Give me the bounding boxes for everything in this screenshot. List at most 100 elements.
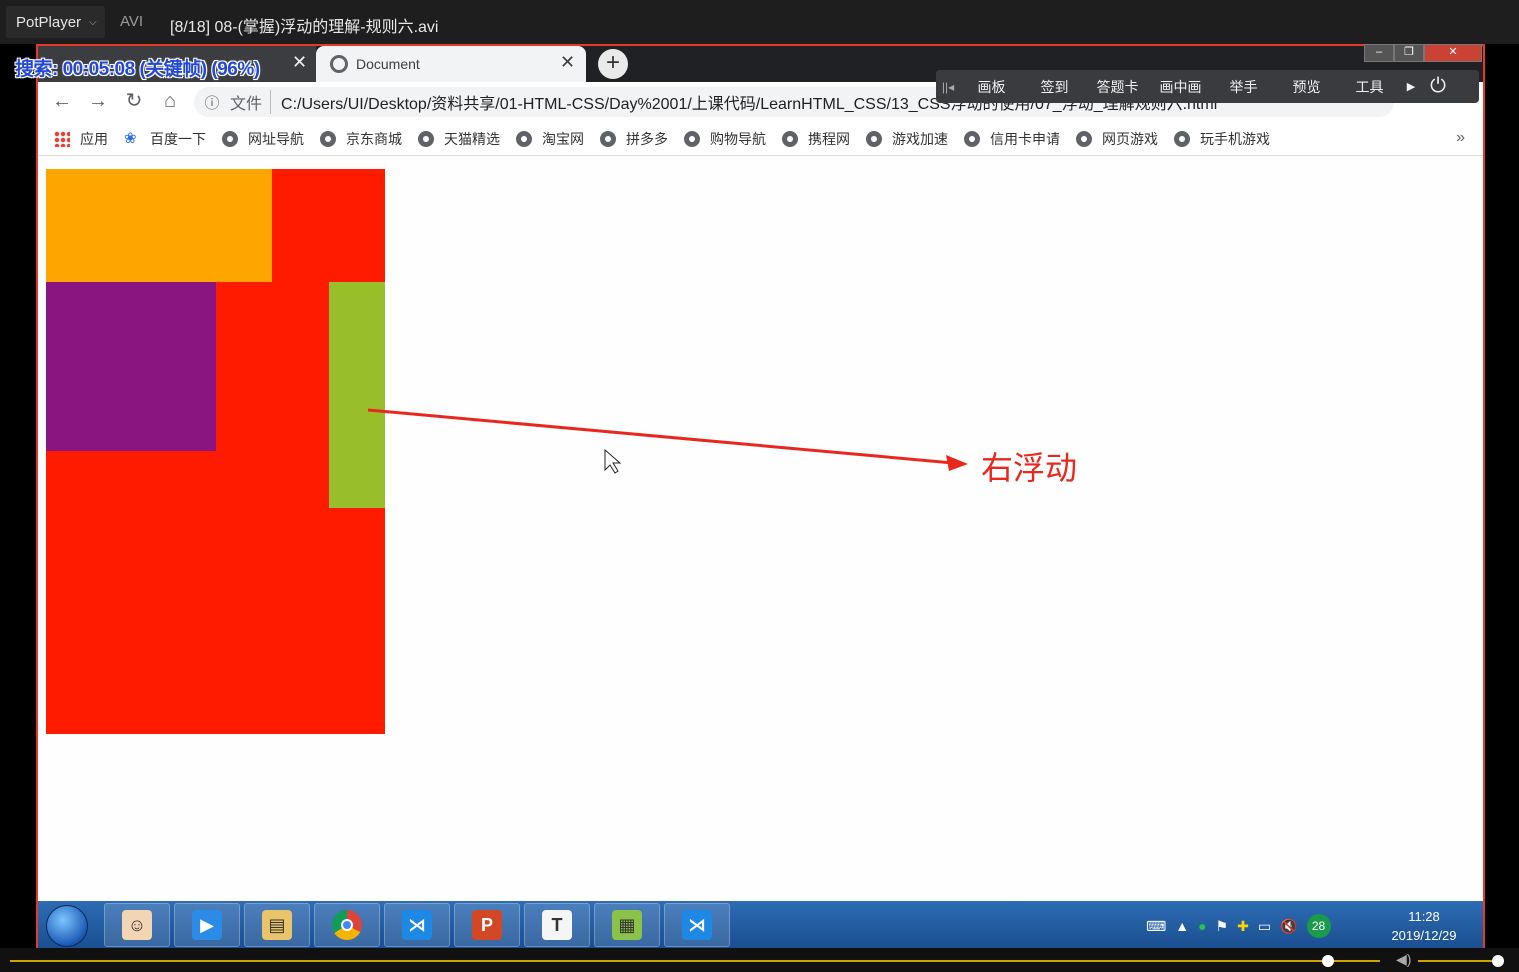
apps-grid-icon [54,130,70,147]
tab-active[interactable]: Document ✕ [316,46,586,82]
chevron-more-icon[interactable]: » [1456,129,1465,147]
flag-icon[interactable]: ⚑ [1216,918,1229,935]
annotation-label: 右浮动 [981,449,1078,487]
player-control-bar: ◀) [0,948,1519,972]
taskbar-avatar-app[interactable]: ☺ [104,903,170,947]
volume-icon[interactable]: ◀) [1396,951,1411,968]
collapse-arrow-icon[interactable]: ▶ [1401,80,1421,93]
bookmark-baidu[interactable]: ❀ 百度一下 [124,129,206,149]
window-controls: – ❐ ✕ [1364,44,1482,62]
taskbar-vscode-app-2[interactable]: ⋊ [664,903,730,947]
bookmark-item[interactable]: 游戏加速 [866,129,948,149]
bookmark-item[interactable]: 玩手机游戏 [1174,129,1270,149]
powerpoint-icon: P [472,910,502,940]
clock-date: 2019/12/29 [1391,928,1457,943]
plus-icon[interactable]: ✚ [1237,918,1249,935]
notepad-icon: ▦ [612,910,642,940]
bookmark-label: 网页游戏 [1102,130,1158,147]
power-icon[interactable]: ⏻ [1421,75,1455,98]
restore-button[interactable]: ❐ [1394,44,1424,62]
globe-icon [516,130,532,147]
bookmark-label: 网址导航 [248,130,304,147]
annotation-arrow [367,408,968,474]
forward-button[interactable]: → [86,90,110,114]
start-button[interactable] [46,905,88,947]
toolbar-preview[interactable]: 预览 [1275,77,1338,97]
globe-icon [1076,130,1092,147]
taskbar-clock[interactable]: 11:28 2019/12/29 [1380,907,1468,945]
bookmark-label: 玩手机游戏 [1200,130,1270,147]
windows-taskbar: ☺ ▶ ▤ ⋊ P T ▦ ⋊ ⌨ ▲ ● ⚑ ✚ ▭ 🔇 28 11:28 2… [38,901,1483,948]
taskbar-explorer-app[interactable]: ▤ [244,903,310,947]
back-button[interactable]: ← [50,90,74,114]
bookmark-item[interactable]: 携程网 [782,129,850,149]
volume-handle[interactable] [1492,955,1504,967]
taskbar-chrome-app[interactable] [314,903,380,947]
bookmark-item[interactable]: 购物导航 [684,129,766,149]
classroom-toolbar: ||◂ 画板 签到 答题卡 画中画 举手 预览 工具 ▶ ⏻ [936,70,1479,103]
vscode-icon: ⋊ [402,910,432,940]
text-editor-icon: T [542,910,572,940]
minimize-button[interactable]: – [1364,44,1394,62]
grip-icon[interactable]: ||◂ [936,80,960,94]
avatar-icon: ☺ [122,910,152,940]
globe-icon [964,130,980,147]
home-button[interactable]: ⌂ [158,90,182,114]
close-tab-icon[interactable]: ✕ [292,52,307,73]
web-page-content: 右浮动 [38,157,1473,897]
toolbar-tools[interactable]: 工具 [1338,77,1401,97]
tray-badge[interactable]: 28 [1306,914,1331,938]
bookmark-item[interactable]: 京东商城 [320,129,402,149]
bookmark-item[interactable]: 淘宝网 [516,129,584,149]
bookmark-item[interactable]: 网页游戏 [1076,129,1158,149]
folder-icon: ▤ [262,910,292,940]
player-title-bar: PotPlayer ⌵ AVI [8/18] 08-(掌握)浮动的理解-规则六.… [0,0,1519,44]
tray-expand-icon[interactable]: ▲ [1175,918,1189,934]
toolbar-raise-hand[interactable]: 举手 [1212,77,1275,97]
globe-icon [600,130,616,147]
seek-track[interactable] [10,960,1380,962]
clock-time: 11:28 [1408,909,1440,924]
seek-handle[interactable] [1322,955,1334,967]
system-tray: ⌨ ▲ ● ⚑ ✚ ▭ 🔇 28 [1146,914,1331,938]
toolbar-sign-in[interactable]: 签到 [1023,77,1086,97]
toolbar-drawing-board[interactable]: 画板 [960,77,1023,97]
bookmark-label: 应用 [80,130,108,147]
bookmark-item[interactable]: 网址导航 [222,129,304,149]
bookmark-apps[interactable]: 应用 [54,129,108,149]
globe-icon [1174,130,1190,147]
play-icon: ▶ [192,910,222,940]
address-scheme-label: 文件 [230,90,272,114]
taskbar-text-app[interactable]: T [524,903,590,947]
toolbar-answer-card[interactable]: 答题卡 [1086,77,1149,97]
globe-icon [782,130,798,147]
bookmark-label: 信用卡申请 [990,130,1060,147]
toolbar-picture-in-picture[interactable]: 画中画 [1149,77,1212,97]
volume-track[interactable] [1418,960,1498,962]
close-tab-icon[interactable]: ✕ [560,52,575,73]
keyboard-icon[interactable]: ⌨ [1146,918,1166,935]
bookmark-label: 游戏加速 [892,130,948,147]
new-tab-button[interactable]: + [598,49,628,79]
taskbar-notes-app[interactable]: ▦ [594,903,660,947]
globe-icon [418,130,434,147]
chrome-icon [332,910,362,940]
file-title: [8/18] 08-(掌握)浮动的理解-规则六.avi [170,19,439,36]
taskbar-powerpoint-app[interactable]: P [454,903,520,947]
info-icon[interactable]: ⓘ [194,92,230,113]
bookmark-item[interactable]: 信用卡申请 [964,129,1060,149]
bookmark-label: 购物导航 [710,130,766,147]
taskbar-vscode-app[interactable]: ⋊ [384,903,450,947]
taskbar-player-app[interactable]: ▶ [174,903,240,947]
globe-icon [320,130,336,147]
monitor-icon[interactable]: ▭ [1258,918,1271,935]
bookmark-item[interactable]: 拼多多 [600,129,668,149]
vscode-icon: ⋊ [682,910,712,940]
reload-button[interactable]: ↻ [122,90,146,114]
network-app-icon[interactable]: ● [1198,918,1206,934]
volume-muted-icon[interactable]: 🔇 [1280,918,1297,935]
bookmark-item[interactable]: 天猫精选 [418,129,500,149]
close-window-button[interactable]: ✕ [1424,44,1482,62]
globe-icon [684,130,700,147]
potplayer-menu-button[interactable]: PotPlayer ⌵ [6,6,105,38]
